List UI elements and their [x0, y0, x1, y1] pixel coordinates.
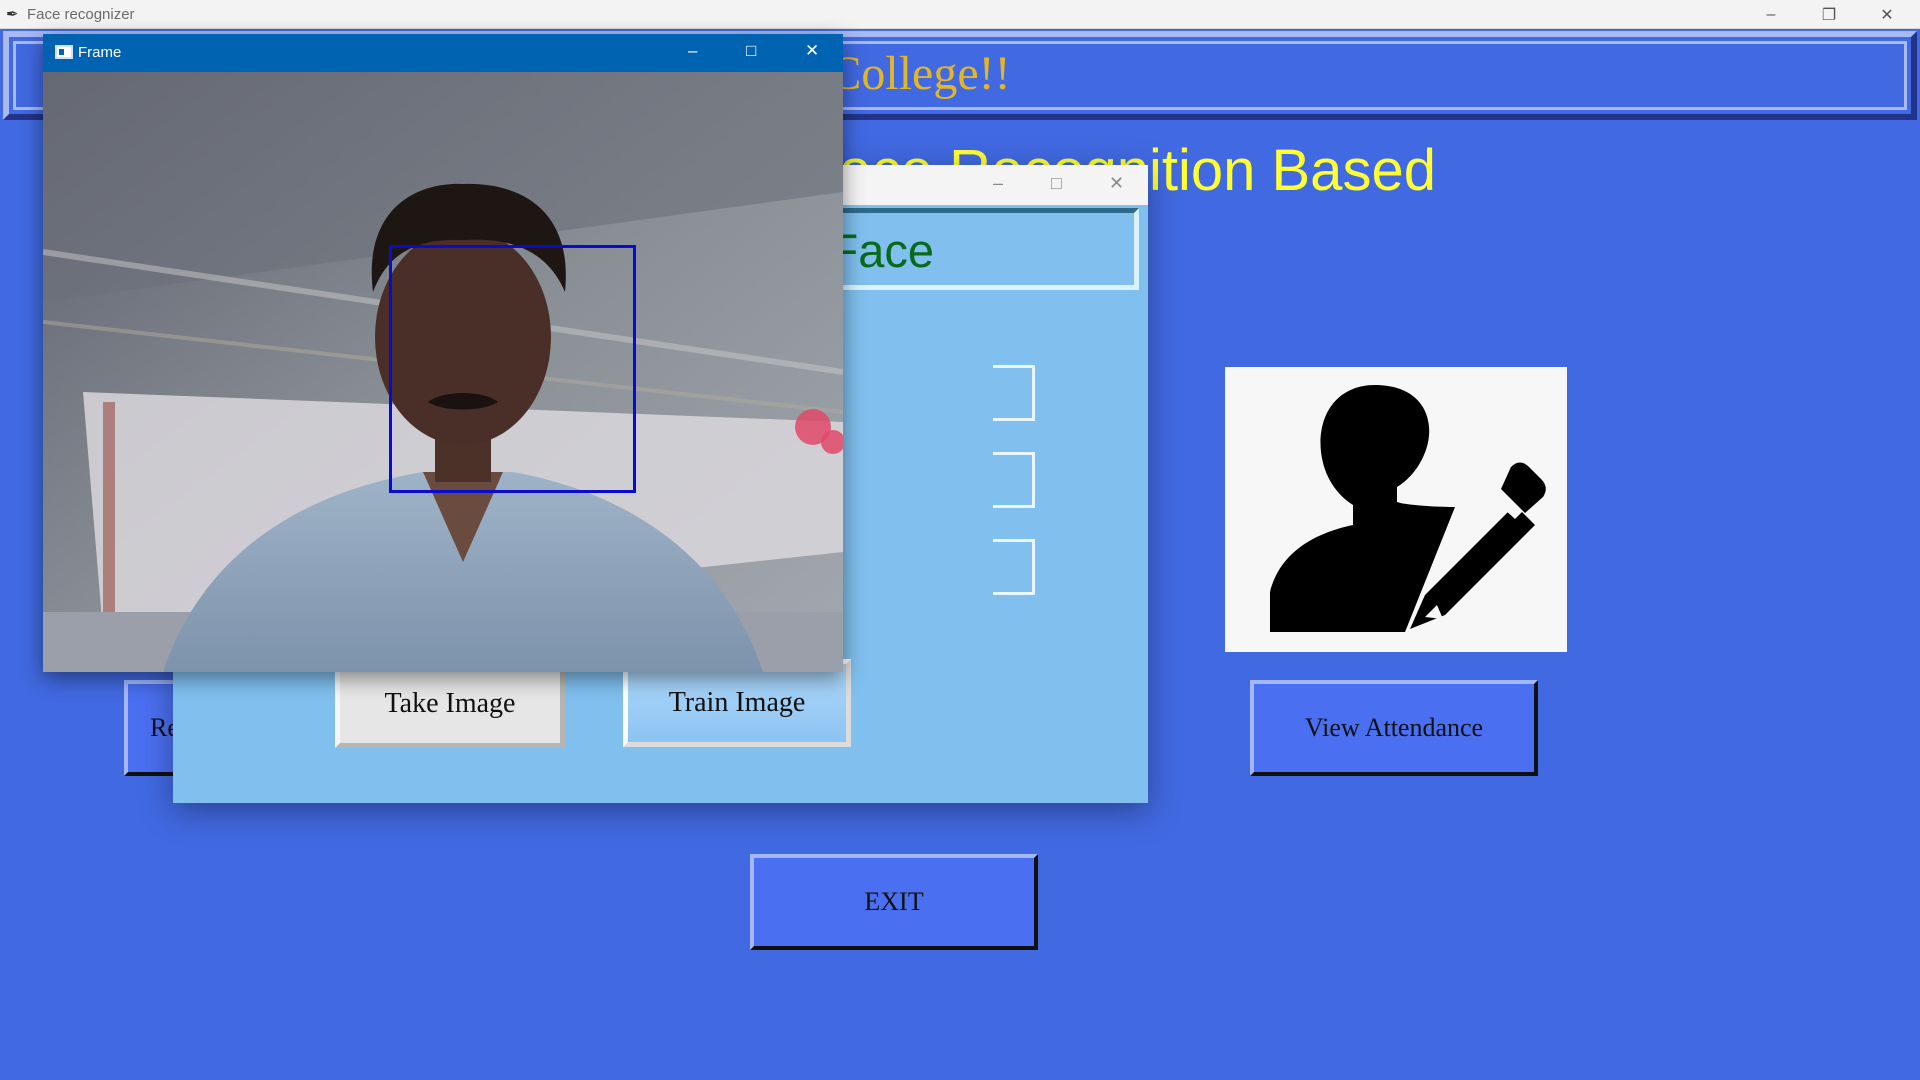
- dialog-minimize-button[interactable]: –: [993, 173, 1003, 194]
- face-detection-box: [389, 245, 636, 493]
- train-image-button[interactable]: Train Image: [623, 659, 851, 747]
- frame-close-button[interactable]: ✕: [805, 41, 819, 61]
- close-button[interactable]: ✕: [1858, 0, 1916, 29]
- feather-icon: ✒: [6, 6, 19, 23]
- frame-title: Frame: [78, 44, 122, 61]
- person-edit-icon: [1270, 385, 1546, 632]
- frame-titlebar: Frame – □ ✕: [43, 34, 843, 72]
- camera-frame-window: Frame – □ ✕: [43, 34, 843, 672]
- dialog-maximize-button[interactable]: □: [1051, 173, 1062, 194]
- email-input[interactable]: [993, 539, 1035, 595]
- dialog-close-button[interactable]: ✕: [1109, 173, 1124, 194]
- frame-maximize-button[interactable]: □: [746, 41, 756, 61]
- frame-app-icon: [55, 45, 73, 59]
- take-image-button[interactable]: Take Image: [335, 660, 565, 748]
- main-titlebar: ✒ Face recognizer – ❐ ✕: [0, 0, 1920, 29]
- restore-button[interactable]: ❐: [1800, 0, 1858, 29]
- person-edit-image: [1225, 367, 1567, 652]
- camera-feed: [43, 72, 843, 672]
- name-input[interactable]: [993, 452, 1035, 508]
- enrollment-input[interactable]: [993, 365, 1035, 421]
- minimize-button[interactable]: –: [1742, 0, 1800, 29]
- frame-minimize-button[interactable]: –: [688, 41, 697, 61]
- view-attendance-button[interactable]: View Attendance: [1250, 680, 1538, 776]
- exit-button[interactable]: EXIT: [750, 854, 1038, 950]
- main-window-title: Face recognizer: [27, 6, 135, 23]
